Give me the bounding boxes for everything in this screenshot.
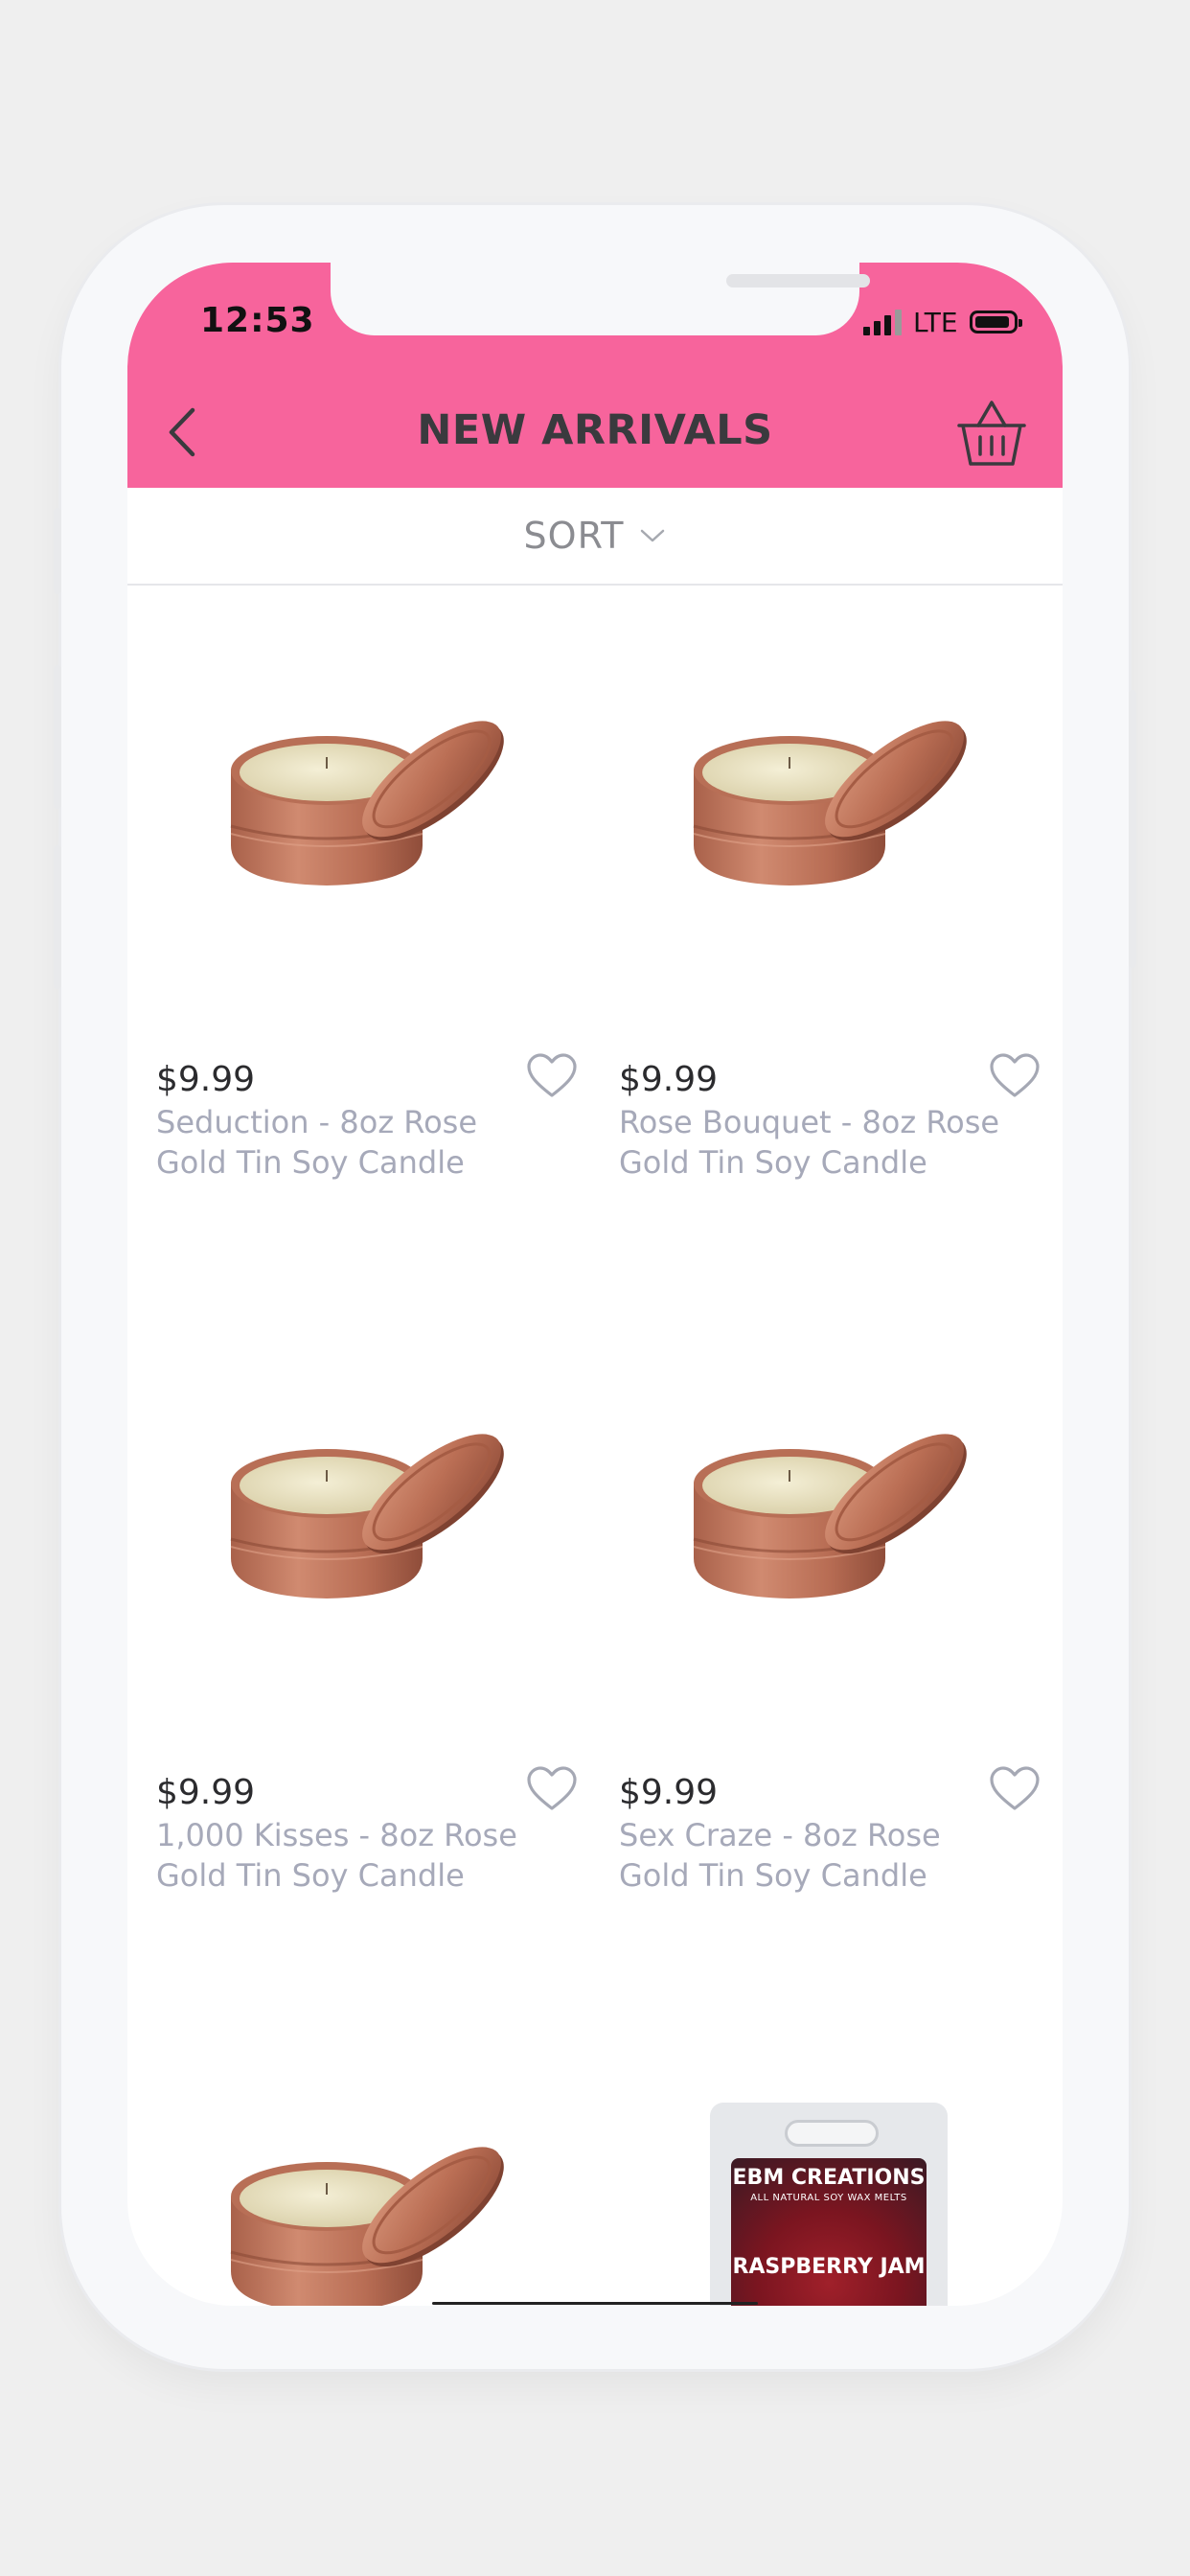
product-image-wax-melt[interactable]: EBM CREATIONS ALL NATURAL SOY WAX MELTS … [710,2103,948,2306]
product-name[interactable]: Sex Craze - 8oz Rose Gold Tin Soy Candle [619,1815,1002,1896]
product-card[interactable]: $9.99 Seduction - 8oz Rose Gold Tin Soy … [127,600,590,1181]
network-type: LTE [913,306,958,338]
app-header: 12:53 LTE NEW ARRIVALS [127,263,1063,488]
product-name[interactable]: Seduction - 8oz Rose Gold Tin Soy Candle [156,1102,539,1183]
status-time: 12:53 [200,301,315,340]
basket-icon [957,401,1026,466]
heart-icon[interactable] [526,1052,578,1100]
page-title: NEW ARRIVALS [417,406,773,454]
product-name[interactable]: 1,000 Kisses - 8oz Rose Gold Tin Soy Can… [156,1815,539,1896]
volume-down-button [54,845,61,989]
product-card[interactable] [127,2026,590,2306]
speaker-grille [726,274,870,288]
heart-icon[interactable] [989,1052,1041,1100]
sort-button[interactable]: SORT [524,515,667,557]
product-card[interactable]: $9.99 1,000 Kisses - 8oz Rose Gold Tin S… [127,1313,590,1894]
device-notch [331,263,870,335]
wax-scent: RASPBERRY JAM [732,2255,926,2279]
product-image[interactable] [127,2026,590,2306]
cart-button[interactable] [953,397,1030,472]
silent-switch [54,508,61,594]
wax-melt-label: EBM CREATIONS ALL NATURAL SOY WAX MELTS … [731,2158,927,2306]
product-price: $9.99 [619,1060,719,1099]
wax-subtitle: ALL NATURAL SOY WAX MELTS [750,2193,907,2203]
chevron-down-icon [641,529,665,542]
product-image[interactable] [127,600,590,974]
product-card[interactable]: $9.99 Sex Craze - 8oz Rose Gold Tin Soy … [590,1313,1053,1894]
heart-icon[interactable] [526,1765,578,1813]
sort-bar: SORT [127,488,1063,586]
product-image[interactable] [590,600,1053,974]
power-button [1129,690,1136,968]
battery-icon [969,310,1022,334]
product-image[interactable] [127,1313,590,1687]
volume-up-button [54,665,61,809]
product-price: $9.99 [156,1773,256,1812]
heart-icon[interactable] [989,1765,1041,1813]
product-card[interactable]: $9.99 Rose Bouquet - 8oz Rose Gold Tin S… [590,600,1053,1181]
home-indicator[interactable] [432,2302,758,2305]
package-hang-tab [785,2120,879,2147]
sort-label: SORT [523,515,625,557]
product-image[interactable] [590,1313,1053,1687]
product-price: $9.99 [156,1060,256,1099]
product-name[interactable]: Rose Bouquet - 8oz Rose Gold Tin Soy Can… [619,1102,1002,1183]
signal-icon [863,309,902,335]
wax-brand: EBM CREATIONS [732,2166,926,2190]
product-price: $9.99 [619,1773,719,1812]
status-indicators: LTE [863,303,1022,341]
app-screen: 12:53 LTE NEW ARRIVALS SORT $9.99 Seduct… [127,263,1063,2306]
